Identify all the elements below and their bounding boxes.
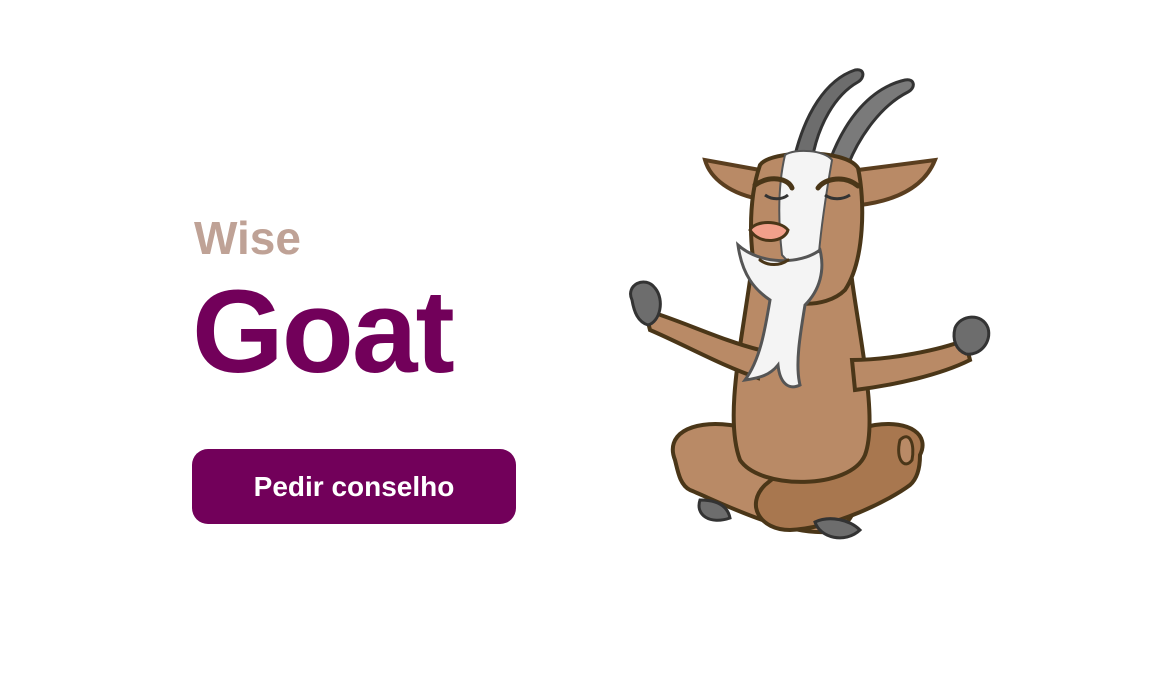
hero-subtitle: Wise	[194, 212, 301, 264]
hero-title: Goat	[192, 266, 455, 398]
ask-advice-button[interactable]: Pedir conselho	[192, 449, 516, 524]
meditating-goat-icon	[629, 68, 991, 540]
page: Wise Goat Pedir conselho	[0, 0, 1152, 700]
